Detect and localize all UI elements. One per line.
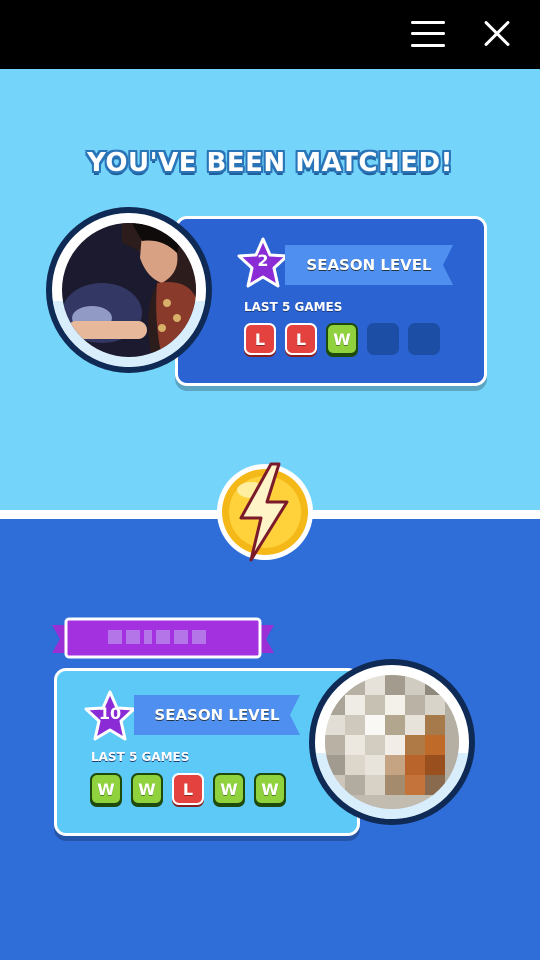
opponent-last-games: W W L W W [90,773,286,805]
lightning-bolt-icon [213,460,317,564]
player-level: 2 [257,251,269,270]
top-bar [0,0,540,69]
level-star-icon: 2 [236,236,290,290]
last-5-games-label: LAST 5 GAMES [91,750,190,764]
matched-headline: YOU'VE BEEN MATCHED! [87,148,453,178]
game-result: W [254,773,286,805]
season-level-ribbon: SEASON LEVEL [285,245,453,285]
opponent-avatar[interactable] [309,659,475,825]
player-photo [62,223,196,357]
player-avatar[interactable] [46,207,212,373]
game-result: W [326,323,358,355]
season-level-ribbon: SEASON LEVEL [134,695,300,735]
game-result: W [90,773,122,805]
season-level-label: SEASON LEVEL [154,706,280,724]
game-result: L [285,323,317,355]
hamburger-icon[interactable] [411,19,445,49]
opponent-photo-pixelated [325,675,459,809]
close-icon[interactable] [482,19,512,49]
opponent-name-blurred [108,625,218,649]
last-5-games-label: LAST 5 GAMES [244,300,343,314]
game-result-empty [408,323,440,355]
game-result: L [172,773,204,805]
game-result: W [213,773,245,805]
game-result: W [131,773,163,805]
game-result-empty [367,323,399,355]
season-level-label: SEASON LEVEL [306,256,432,274]
player-last-games: L L W [244,323,440,355]
opponent-level: 10 [98,704,122,723]
level-star-icon: 10 [83,689,137,743]
game-result: L [244,323,276,355]
